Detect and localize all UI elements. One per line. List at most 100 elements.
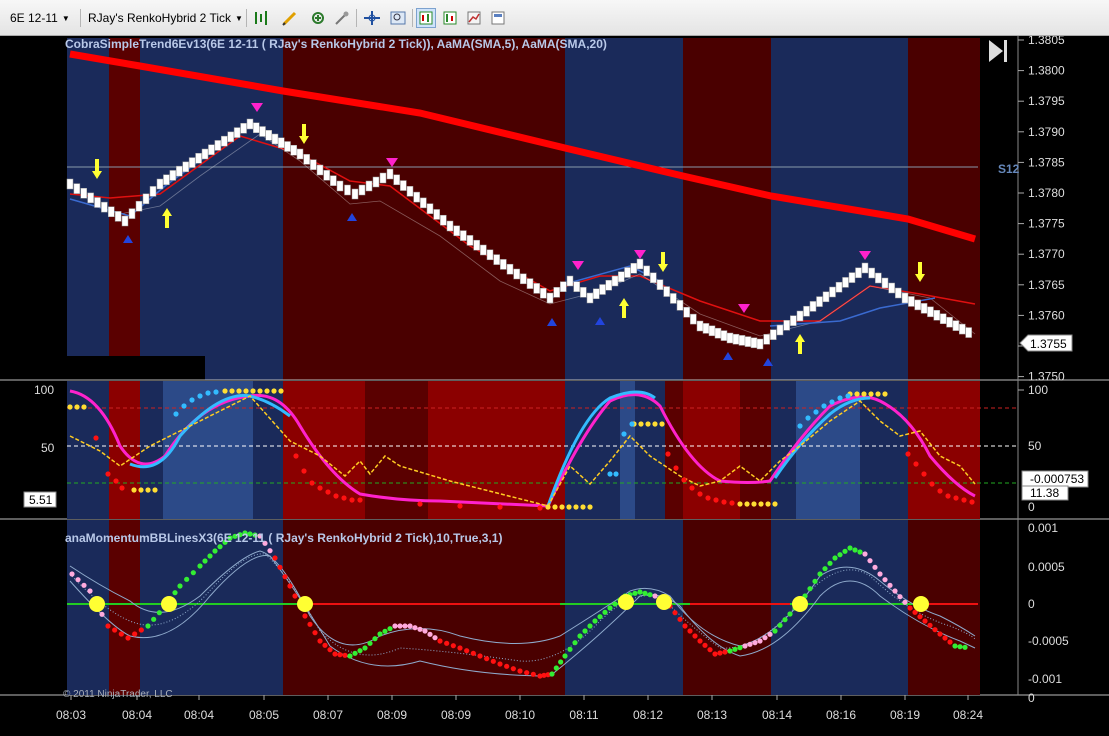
bar-style-button[interactable]	[252, 8, 272, 28]
chart-area[interactable]: CobraSimpleTrend6Ev13(6E 12-11 ( RJay's …	[0, 33, 1109, 731]
renko-brick	[80, 188, 87, 199]
renko-brick	[526, 278, 534, 289]
momentum-dot	[632, 590, 638, 596]
momentum-dot	[582, 628, 588, 634]
osc-dot	[613, 471, 619, 477]
renko-brick	[259, 126, 266, 137]
properties-button[interactable]	[332, 8, 352, 28]
renko-brick	[453, 225, 460, 237]
time-tick-label: 08:12	[633, 708, 663, 722]
momentum-dot	[897, 594, 903, 600]
renko-brick	[271, 133, 279, 145]
momentum-dot	[697, 638, 703, 644]
momentum-dot	[464, 648, 470, 654]
indicators-button[interactable]	[440, 8, 460, 28]
momentum-dot	[432, 635, 438, 641]
osc-dot	[349, 497, 355, 503]
renko-brick	[128, 208, 136, 219]
renko-brick	[386, 168, 394, 180]
renko-brick	[861, 262, 869, 274]
osc-dot	[751, 501, 757, 507]
time-tick-label: 08:05	[249, 708, 279, 722]
renko-brick	[927, 306, 934, 318]
renko-brick	[586, 292, 594, 304]
osc-dot	[737, 501, 743, 507]
momentum-dot	[612, 601, 618, 607]
bar-style-icon	[255, 11, 267, 25]
play-forward-icon[interactable]	[989, 40, 1007, 62]
momentum-dot	[457, 645, 463, 651]
momentum-dot	[837, 552, 843, 558]
renko-brick	[66, 178, 74, 190]
data-box-button[interactable]	[416, 8, 436, 28]
renko-brick	[290, 145, 297, 156]
momentum-dot	[145, 623, 151, 629]
momentum-dot	[125, 635, 131, 641]
osc-dot	[205, 390, 211, 396]
momentum-dot	[752, 640, 758, 646]
magnify-button[interactable]	[388, 8, 408, 28]
p2-tick-50: 50	[1028, 439, 1042, 453]
osc-dot	[829, 399, 835, 405]
osc-dot	[868, 391, 874, 397]
price-chart-canvas[interactable]: CobraSimpleTrend6Ev13(6E 12-11 ( RJay's …	[0, 33, 1109, 731]
momentum-dot	[587, 623, 593, 629]
momentum-dot	[422, 628, 428, 634]
momentum-dot	[772, 628, 778, 634]
p3-tick-neg0.001: -0.001	[1028, 672, 1062, 686]
osc-dot	[645, 421, 651, 427]
osc-dot	[213, 389, 219, 395]
renko-brick	[809, 301, 817, 312]
momentum-dot	[437, 638, 443, 644]
osc-dot	[673, 465, 679, 471]
draw-tool-button[interactable]	[280, 8, 300, 28]
renko-brick	[599, 284, 606, 295]
osc-dot	[93, 435, 99, 441]
renko-brick	[868, 267, 875, 279]
p2-left-tick-50: 50	[41, 441, 55, 455]
time-tick-label: 08:19	[890, 708, 920, 722]
bar-type-selector[interactable]: RJay's RenkoHybrid 2 Tick ▼	[84, 8, 247, 28]
osc-dot	[537, 505, 543, 511]
magnify-icon	[390, 11, 406, 25]
momentum-dot	[847, 545, 853, 551]
momentum-dot	[417, 626, 423, 632]
strategies-button[interactable]	[464, 8, 484, 28]
time-tick-label: 08:16	[826, 708, 856, 722]
osc-dot	[689, 485, 695, 491]
momentum-dot	[267, 548, 273, 554]
momentum-dot	[470, 650, 476, 656]
momentum-dot	[197, 563, 203, 569]
renko-brick	[776, 324, 784, 336]
zoom-in-icon	[312, 12, 324, 24]
momentum-dot	[322, 642, 328, 648]
draw-tool-icon	[282, 11, 297, 26]
momentum-dot	[327, 647, 333, 653]
zoom-in-button[interactable]	[308, 8, 328, 28]
renko-brick	[901, 292, 909, 304]
momentum-dot	[722, 649, 728, 655]
renko-brick	[330, 175, 337, 186]
momentum-dot	[307, 621, 313, 627]
renko-brick	[726, 332, 734, 344]
momentum-dot	[558, 659, 564, 665]
time-tick-label: 08:04	[184, 708, 214, 722]
osc-dot	[573, 504, 579, 510]
renko-brick	[770, 329, 777, 340]
momentum-dot	[887, 582, 893, 588]
osc-dot	[705, 495, 711, 501]
momentum-dot	[597, 614, 603, 620]
renko-brick	[156, 178, 164, 190]
osc-dot	[845, 393, 851, 399]
osc-dot	[861, 391, 867, 397]
renko-brick	[965, 327, 972, 338]
renko-brick	[696, 320, 704, 332]
renko-brick	[310, 159, 317, 170]
instrument-selector[interactable]: 6E 12-11 ▼	[6, 8, 74, 28]
properties-icon	[335, 11, 349, 25]
data-box-icon	[419, 11, 433, 25]
crosshair-button[interactable]	[362, 8, 382, 28]
renko-brick	[803, 305, 810, 317]
momentum-dot	[782, 617, 788, 623]
templates-button[interactable]	[488, 8, 508, 28]
